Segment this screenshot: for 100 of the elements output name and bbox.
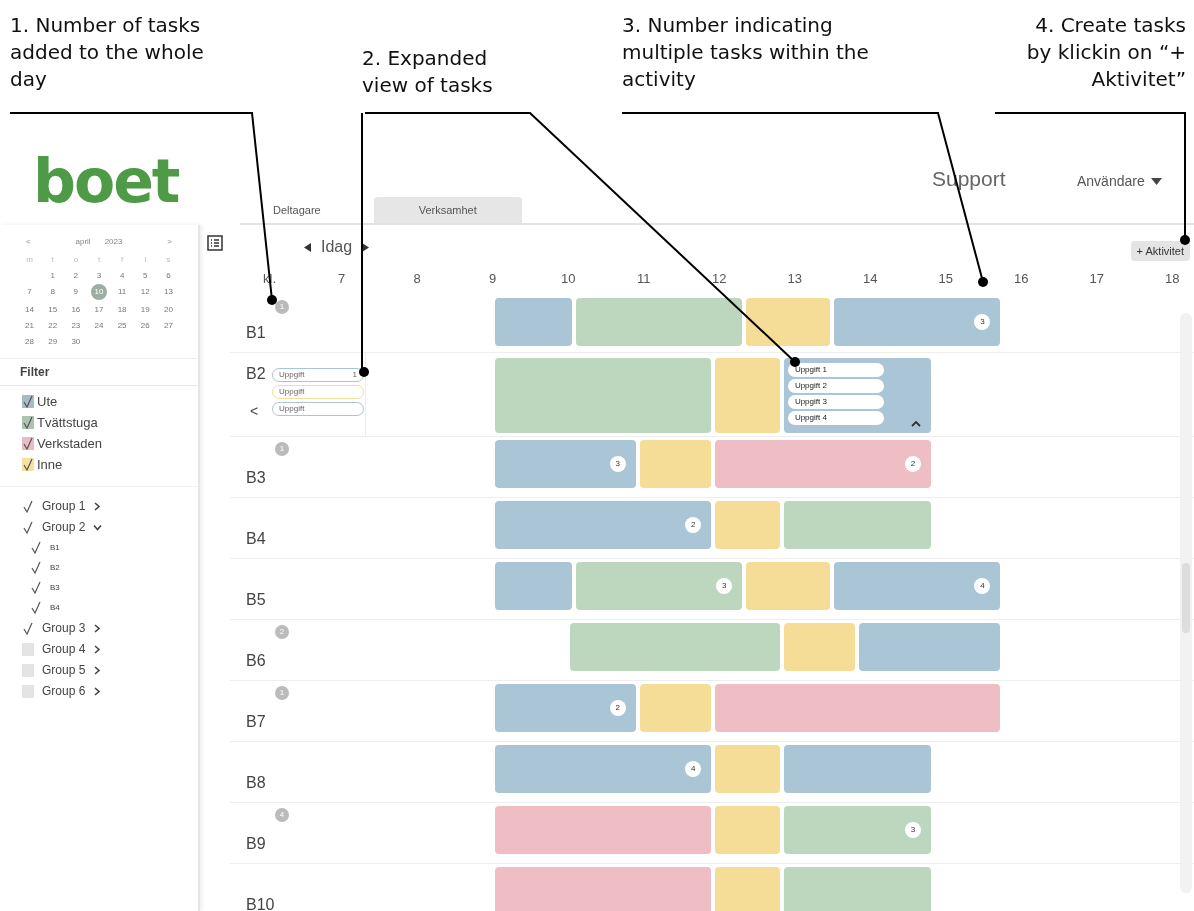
activity-bar[interactable]: 2 <box>715 440 931 488</box>
task-pill[interactable]: Uppgift 1 <box>272 368 364 382</box>
activity-bar[interactable]: 4 <box>494 745 712 793</box>
row-label: B9 <box>246 835 266 853</box>
task-count-badge: 3 <box>609 456 626 472</box>
calendar-day[interactable]: 12 <box>137 286 154 298</box>
calendar-day[interactable]: 7 <box>21 286 38 298</box>
task-item[interactable]: Uppgift 3 <box>787 395 884 409</box>
calendar-day[interactable]: 18 <box>114 304 131 316</box>
user-menu[interactable]: Användare <box>1077 173 1162 189</box>
checked-checkbox[interactable] <box>22 520 34 534</box>
chevron-right-icon[interactable] <box>93 501 103 511</box>
calendar-day[interactable]: 9 <box>67 286 84 298</box>
task-item[interactable]: Uppgift 1 <box>787 363 884 377</box>
activity-bar[interactable]: 3 <box>783 806 931 854</box>
activity-bar[interactable]: 2 <box>494 501 712 549</box>
hour-label: 7 <box>338 271 346 286</box>
calendar-day[interactable]: 13 <box>160 286 177 298</box>
calendar-day[interactable]: 30 <box>67 336 84 348</box>
group-label: Group 5 <box>42 663 86 677</box>
task-count-badge: 2 <box>904 456 921 472</box>
calendar-day[interactable]: 27 <box>160 320 177 332</box>
calendar-day[interactable]: 15 <box>44 304 61 316</box>
calendar-day[interactable]: 2 <box>67 270 84 282</box>
category-label: Inne <box>37 457 63 472</box>
next-month-button[interactable]: > <box>167 237 172 246</box>
chevron-down-icon[interactable] <box>93 522 103 532</box>
group-label: Group 1 <box>42 499 86 513</box>
prev-month-button[interactable]: < <box>26 237 31 246</box>
tab[interactable]: Verksamhet <box>373 197 522 223</box>
annotation-text: 1. Number of tasks added to the whole day <box>10 12 205 93</box>
activity-bar[interactable]: 3 <box>834 298 1001 346</box>
checked-checkbox[interactable] <box>22 437 34 450</box>
checked-checkbox[interactable] <box>22 458 34 471</box>
task-pill[interactable]: Uppgift <box>272 385 364 399</box>
weekday-label: t <box>50 254 55 266</box>
calendar-day[interactable]: 4 <box>114 270 131 282</box>
calendar-day[interactable]: 17 <box>91 304 107 316</box>
collapse-button[interactable]: < <box>250 403 259 419</box>
checked-checkbox[interactable] <box>22 416 34 429</box>
checked-checkbox[interactable] <box>30 561 42 574</box>
checkbox[interactable] <box>22 642 34 656</box>
calendar-day[interactable]: 24 <box>91 320 107 332</box>
calendar-day[interactable]: 22 <box>44 320 61 332</box>
chevron-up-icon[interactable] <box>910 420 921 427</box>
calendar-day[interactable]: 20 <box>160 304 177 316</box>
checked-checkbox[interactable] <box>30 581 42 594</box>
calendar-day[interactable]: 21 <box>21 320 38 332</box>
activity-bar[interactable]: Uppgift 1 Uppgift 2 Uppgift 3 Uppgift 4 <box>783 358 931 433</box>
calendar-day[interactable]: 26 <box>137 320 154 332</box>
hour-label: 9 <box>489 271 497 286</box>
chevron-right-icon[interactable] <box>93 623 103 633</box>
activity-bar[interactable]: 3 <box>576 562 743 610</box>
calendar-day[interactable]: 6 <box>160 270 177 282</box>
calendar-day[interactable]: 1 <box>44 270 61 282</box>
calendar-day[interactable]: 29 <box>44 336 61 348</box>
hour-label: 13 <box>787 271 802 286</box>
chevron-right-icon[interactable] <box>93 644 103 654</box>
row-label: B8 <box>246 774 266 792</box>
calendar-day[interactable]: 14 <box>21 304 38 316</box>
calendar-day[interactable]: 11 <box>114 286 131 298</box>
calendar-day[interactable]: 19 <box>137 304 154 316</box>
checkbox[interactable] <box>22 684 34 698</box>
chevron-right-icon[interactable] <box>93 686 103 696</box>
scrollbar[interactable] <box>1180 313 1192 893</box>
checked-checkbox[interactable] <box>22 621 34 635</box>
activity-bar[interactable] <box>746 298 831 346</box>
chevron-right-icon[interactable] <box>93 665 103 675</box>
task-pill[interactable]: Uppgift <box>272 402 364 416</box>
checked-checkbox[interactable] <box>22 499 34 513</box>
calendar-day[interactable]: 28 <box>21 336 38 348</box>
member-label: B4 <box>50 603 60 612</box>
checked-checkbox[interactable] <box>30 541 42 554</box>
activity-bar[interactable]: 3 <box>494 440 636 488</box>
activity-bar[interactable]: 2 <box>494 684 636 732</box>
task-item[interactable]: Uppgift 4 <box>787 411 884 425</box>
hour-label: 18 <box>1165 271 1180 286</box>
calendar-day[interactable]: 25 <box>114 320 131 332</box>
calendar-day[interactable]: 8 <box>44 286 61 298</box>
list-view-icon[interactable] <box>207 235 223 251</box>
caret-down-icon <box>1150 177 1162 185</box>
task-item[interactable]: Uppgift 2 <box>787 379 884 393</box>
row-label: B1 <box>246 324 266 342</box>
member-label: B3 <box>50 583 60 592</box>
checkbox[interactable] <box>22 663 34 677</box>
row-label: B10 <box>246 896 275 911</box>
checked-checkbox[interactable] <box>30 601 42 614</box>
row-label: B4 <box>246 530 266 548</box>
hour-label: 11 <box>637 271 651 286</box>
filter-heading: Filter <box>0 358 198 386</box>
hour-label: 10 <box>561 271 576 286</box>
calendar-day[interactable]: 16 <box>67 304 84 316</box>
today-button[interactable]: Idag <box>321 238 353 256</box>
checked-checkbox[interactable] <box>22 395 34 408</box>
add-activity-button[interactable]: + Aktivitet <box>1130 241 1190 261</box>
activity-bar[interactable]: 4 <box>834 562 1001 610</box>
calendar-day[interactable]: 5 <box>137 270 154 282</box>
task-count-badge: 2 <box>609 700 626 716</box>
calendar-day[interactable]: 23 <box>67 320 84 332</box>
calendar-day[interactable]: 3 <box>91 270 107 282</box>
